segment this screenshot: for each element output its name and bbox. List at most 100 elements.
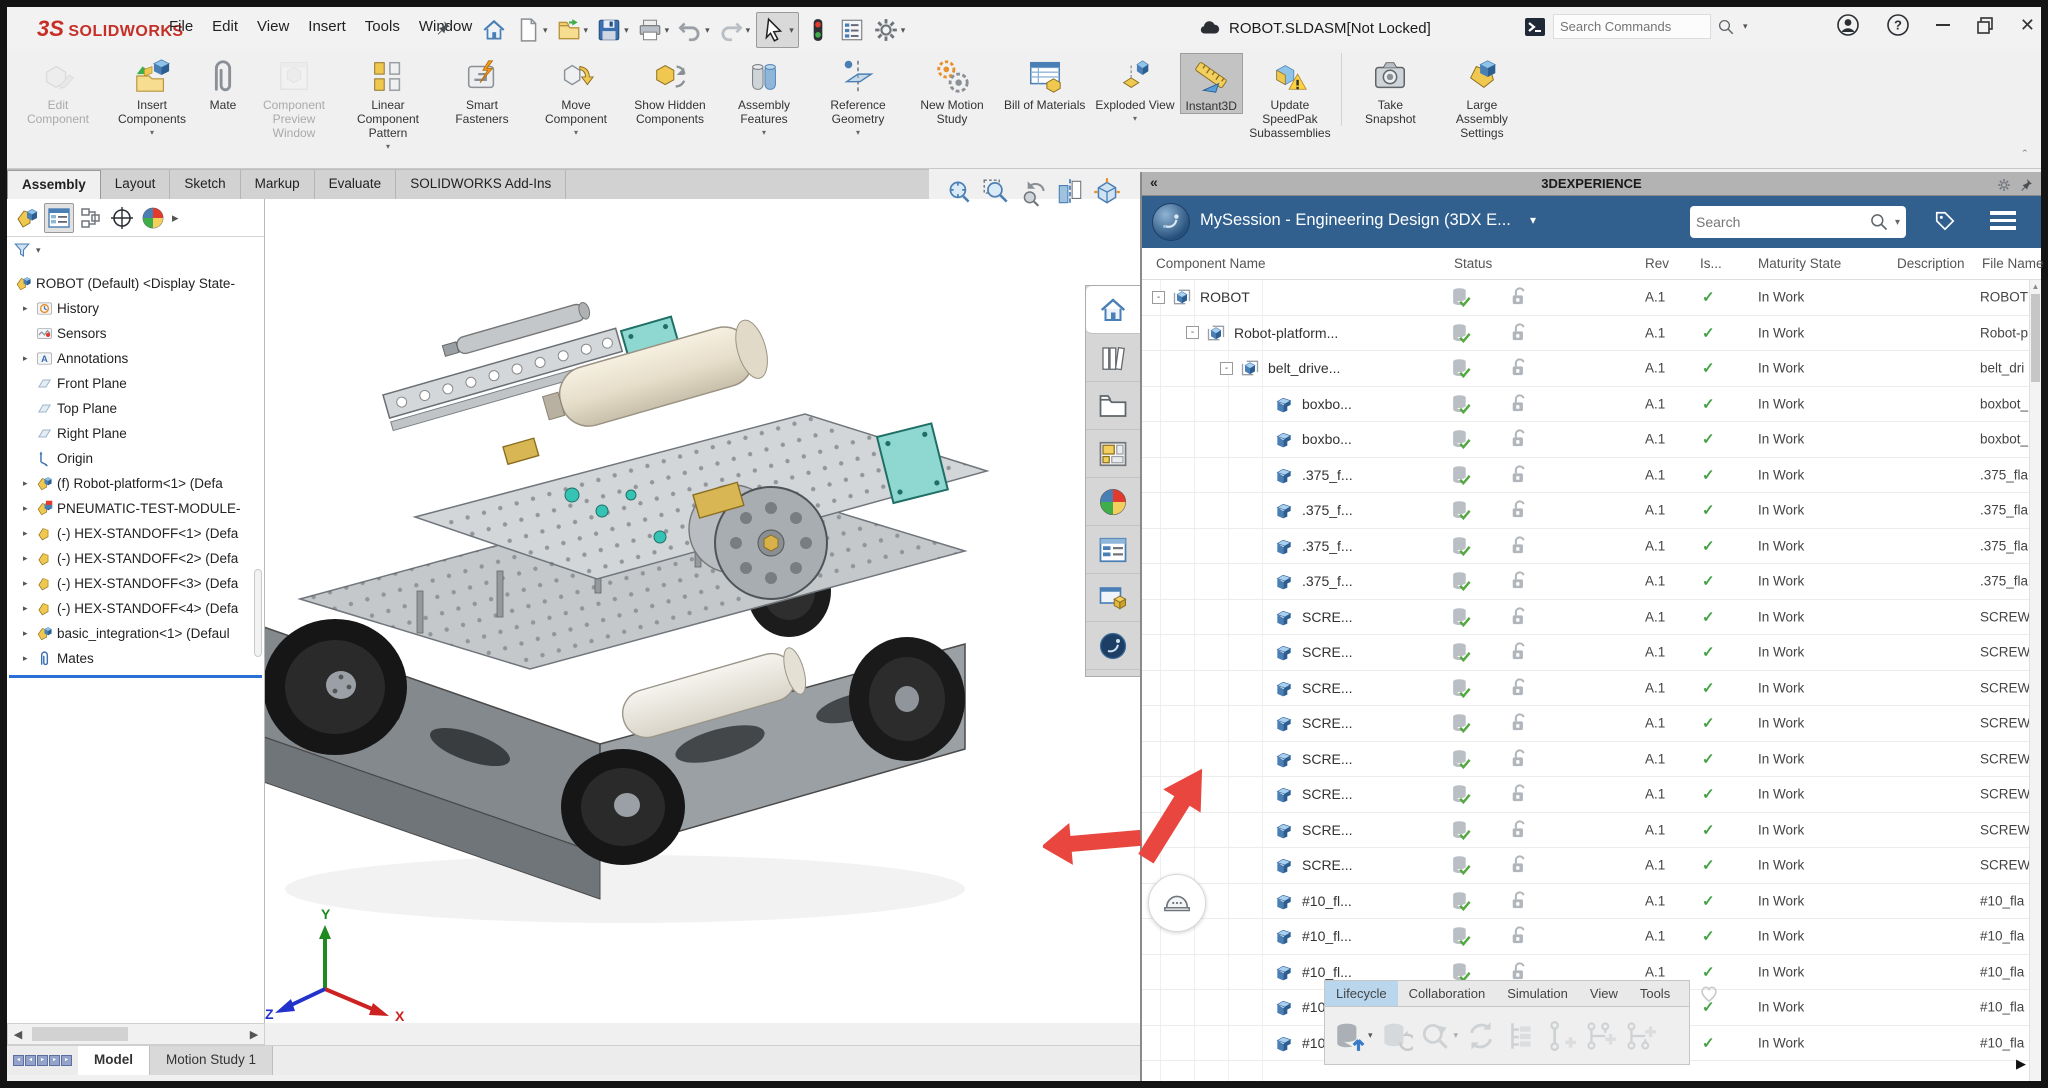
component-row[interactable]: - SCRE... A.1 ✓ In Work SCREW ▾ <box>1142 671 2029 706</box>
tree-item[interactable]: ▸ ROBOT (Default) <Display State- <box>7 271 264 296</box>
ribbon-button[interactable]: Show Hidden Components ▾ <box>623 53 717 126</box>
component-row[interactable]: - #10_fl... A.1 ✓ In Work #10_fla ▾ <box>1142 919 2029 955</box>
dropdown-caret-icon[interactable]: ▾ <box>584 25 589 36</box>
component-row[interactable]: - boxbo... A.1 ✓ In Work boxbot_ ▾ <box>1142 422 2029 458</box>
session-title[interactable]: MySession - Engineering Design (3DX E... <box>1200 211 1511 230</box>
component-row[interactable]: - #10_fl... A.1 ✓ In Work #10_fla ▾ <box>1142 884 2029 919</box>
filter-caret-icon[interactable]: ▾ <box>36 245 41 256</box>
command-tab[interactable]: Markup <box>241 170 315 200</box>
component-row[interactable]: - SCRE... A.1 ✓ In Work SCREW ▾ <box>1142 742 2029 777</box>
expand-arrow-icon[interactable]: ▸ <box>23 528 36 539</box>
component-row[interactable]: - SCRE... A.1 ✓ In Work SCREW ▾ <box>1142 600 2029 635</box>
component-row[interactable]: - SCRE... A.1 ✓ In Work SCREW ▾ <box>1142 777 2029 813</box>
view-tool-icon[interactable] <box>1092 177 1122 207</box>
dropdown-caret-icon[interactable]: ▾ <box>789 25 794 36</box>
command-prompt-icon[interactable] <box>1523 15 1547 39</box>
component-row[interactable]: - belt_drive... A.1 ✓ In Work belt_dri ▾ <box>1142 351 2029 387</box>
command-tab[interactable]: SOLIDWORKS Add-Ins <box>396 170 567 200</box>
ribbon-button[interactable]: Take Snapshot ▾ <box>1340 53 1435 127</box>
dropdown-caret-icon[interactable]: ▾ <box>856 128 860 137</box>
toolbar-button[interactable]: ▾ <box>513 14 550 46</box>
dropdown-caret-icon[interactable]: ▾ <box>1454 1030 1459 1041</box>
task-pane-tab[interactable] <box>1086 526 1140 574</box>
action-tool-button[interactable]: ▾ <box>1624 1019 1658 1053</box>
menu-item[interactable]: Edit <box>212 18 238 35</box>
component-row[interactable]: - Robot-platform... A.1 ✓ In Work Robot-… <box>1142 316 2029 351</box>
scrollbar-thumb[interactable] <box>2031 294 2040 382</box>
action-tool-button[interactable]: ▾ <box>1544 1019 1578 1053</box>
property-manager-tab[interactable] <box>44 202 74 233</box>
sheet-navigation[interactable]: ◂ ◂ ▸ ▸ ▸ <box>7 1046 78 1075</box>
toolbar-button[interactable]: ▾ <box>716 14 753 46</box>
command-search-input[interactable] <box>1553 14 1711 39</box>
task-pane-tab[interactable] <box>1086 478 1140 526</box>
dropdown-caret-icon[interactable]: ▾ <box>705 25 710 36</box>
action-tool-button[interactable]: ▾ <box>1584 1019 1618 1053</box>
toolbar-button[interactable]: ▾ <box>756 12 799 48</box>
scroll-right-icon[interactable]: ▶ <box>244 1028 264 1041</box>
ribbon-button[interactable]: Large Assembly Settings ▾ <box>1435 53 1529 140</box>
dropdown-caret-icon[interactable]: ▾ <box>386 142 390 151</box>
toolbar-button[interactable]: ▾ <box>554 14 591 46</box>
action-tool-button[interactable]: ▾ <box>1419 1019 1459 1053</box>
close-button[interactable]: ✕ <box>2020 15 2035 36</box>
panel-pin-icon[interactable] <box>2019 176 2033 194</box>
view-tool-icon[interactable] <box>1055 177 1085 207</box>
toolbar-button[interactable]: ▾ <box>803 14 833 46</box>
dropdown-caret-icon[interactable]: ▾ <box>543 25 548 36</box>
search-icon[interactable] <box>1869 212 1889 232</box>
toolbar-button[interactable]: ▾ <box>635 14 672 46</box>
component-row[interactable]: - SCRE... A.1 ✓ In Work SCREW ▾ <box>1142 848 2029 884</box>
command-tab[interactable]: Evaluate <box>315 170 397 200</box>
ribbon-button[interactable]: Edit Component ▾ <box>11 53 105 126</box>
horizontal-scrollbar[interactable]: ◀ ▶ <box>7 1023 265 1045</box>
toolbar-button[interactable]: ▾ <box>837 14 867 46</box>
menu-item[interactable]: Tools <box>365 18 400 35</box>
tree-item[interactable]: ▸ Origin <box>7 446 264 471</box>
toolbar-button[interactable]: ▾ <box>594 14 631 46</box>
menu-item[interactable]: File <box>169 18 193 35</box>
ribbon-button[interactable]: New Motion Study ▾ <box>905 53 999 126</box>
dropdown-caret-icon[interactable]: ▾ <box>746 25 751 36</box>
column-header[interactable]: Maturity State <box>1758 256 1841 271</box>
tree-item[interactable]: ▸ (-) HEX-STANDOFF<2> (Defa <box>7 546 264 571</box>
column-header[interactable]: File Name <box>1982 256 2044 271</box>
action-tool-button[interactable]: ▾ <box>1464 1019 1498 1053</box>
model-tab[interactable]: Motion Study 1 <box>150 1046 274 1075</box>
pin-menu-icon[interactable] <box>435 19 451 37</box>
action-tab[interactable]: View <box>1579 981 1629 1006</box>
expand-more-icon[interactable]: ▶ <box>2016 1056 2026 1072</box>
tree-item[interactable]: ▸ (-) HEX-STANDOFF<4> (Defa <box>7 596 264 621</box>
collapse-toggle[interactable]: - <box>1220 361 1233 375</box>
expand-arrow-icon[interactable]: ▸ <box>23 653 36 664</box>
view-tool-icon[interactable] <box>981 177 1011 207</box>
dropdown-caret-icon[interactable]: ▾ <box>574 128 578 137</box>
ribbon-button[interactable]: Move Component ▾ <box>529 53 623 138</box>
assistant-button[interactable] <box>1148 874 1206 932</box>
collapse-toggle[interactable]: - <box>1186 326 1199 340</box>
ribbon-button[interactable]: Bill of Materials ▾ <box>999 53 1090 112</box>
dropdown-caret-icon[interactable]: ▾ <box>665 25 670 36</box>
restore-button[interactable] <box>1976 16 1994 34</box>
column-header[interactable]: Is... <box>1700 256 1722 271</box>
action-tab[interactable]: Collaboration <box>1398 981 1497 1006</box>
action-tab[interactable]: Tools <box>1629 981 1681 1006</box>
scroll-left-icon[interactable]: ◀ <box>8 1028 28 1041</box>
tree-item[interactable]: ▸ History <box>7 296 264 321</box>
task-pane-tab[interactable] <box>1086 622 1140 670</box>
component-row[interactable]: - boxbo... A.1 ✓ In Work boxbot_ ▾ <box>1142 387 2029 422</box>
tag-icon[interactable] <box>1934 210 1956 232</box>
expand-arrow-icon[interactable]: ▸ <box>23 628 36 639</box>
dropdown-caret-icon[interactable]: ▾ <box>901 25 906 36</box>
component-row[interactable]: - SCRE... A.1 ✓ In Work SCREW ▾ <box>1142 813 2029 848</box>
component-row[interactable]: - SCRE... A.1 ✓ In Work SCREW ▾ <box>1142 635 2029 671</box>
model-tab[interactable]: Model <box>78 1046 150 1075</box>
display-manager-tab[interactable] <box>139 204 167 232</box>
expand-arrow-icon[interactable]: ▸ <box>23 478 36 489</box>
ribbon-button[interactable]: Linear Component Pattern ▾ <box>341 53 435 152</box>
tree-item[interactable]: ▸ Sensors <box>7 321 264 346</box>
command-tab[interactable]: Assembly <box>7 170 101 200</box>
tree-item[interactable]: ▸ (-) HEX-STANDOFF<1> (Defa <box>7 521 264 546</box>
dimxpert-manager-tab[interactable] <box>108 204 136 232</box>
more-tabs-icon[interactable]: ▸ <box>172 210 179 226</box>
